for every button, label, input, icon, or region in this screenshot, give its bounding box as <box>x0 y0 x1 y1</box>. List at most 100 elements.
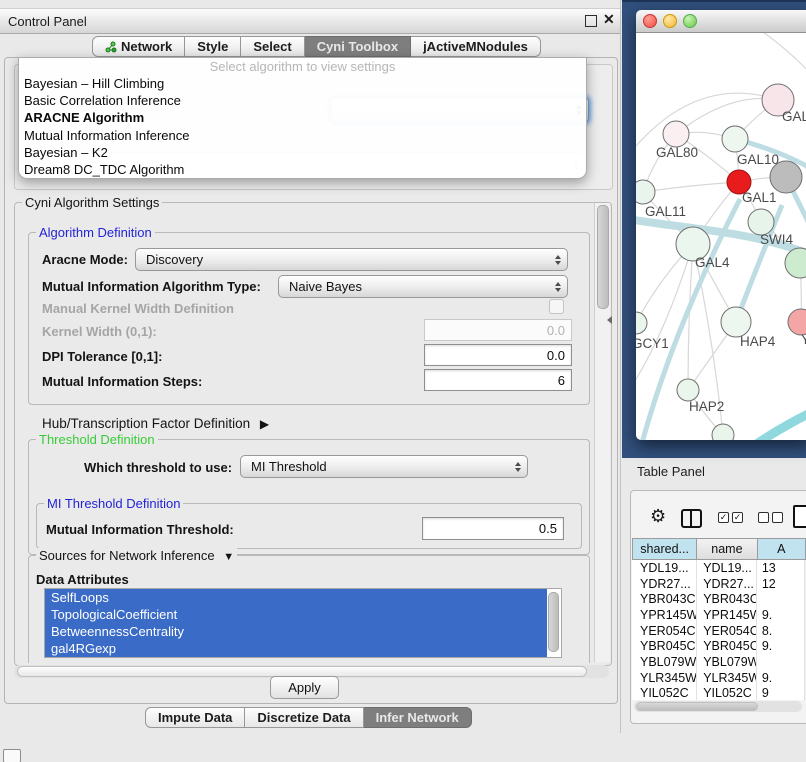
mi-threshold-group-title: MI Threshold Definition <box>44 496 183 511</box>
node-label: SWI4 <box>760 232 793 247</box>
settings-group-title: Cyni Algorithm Settings <box>22 195 162 210</box>
table-row[interactable]: YBR045C YBR045C 9. <box>632 638 805 654</box>
dropdown-item[interactable]: Dream8 DC_TDC Algorithm <box>19 161 586 178</box>
node-label: GAL10 <box>737 152 779 167</box>
node-gal11[interactable] <box>636 180 655 204</box>
table-horizontal-scrollbar[interactable] <box>634 701 802 712</box>
screen: Control Panel ✕ Network Style <box>0 0 806 762</box>
table-panel-title: Table Panel <box>637 464 705 479</box>
node-label: GAL80 <box>656 145 698 160</box>
gear-icon[interactable]: ⚙ <box>650 506 666 527</box>
sources-group-title[interactable]: Sources for Network Inference ▼ <box>36 548 237 563</box>
mi-steps-field[interactable]: 6 <box>424 369 572 391</box>
mi-type-label: Mutual Information Algorithm Type: <box>42 279 261 294</box>
tab-discretize-data[interactable]: Discretize Data <box>245 707 363 728</box>
dropdown-item[interactable]: Bayesian – Hill Climbing <box>19 75 586 92</box>
chevron-down-icon: ▼ <box>223 551 234 563</box>
float-window-icon[interactable] <box>585 15 597 27</box>
minimize-traffic-light-icon[interactable] <box>663 14 677 28</box>
splitter-collapse-icon[interactable] <box>607 316 612 324</box>
table-header: shared... name A <box>632 538 806 560</box>
data-attributes-label: Data Attributes <box>36 572 129 587</box>
deselect-all-columns-icon[interactable] <box>758 512 783 523</box>
dropdown-item[interactable]: Basic Correlation Inference <box>19 92 586 109</box>
aracne-mode-label: Aracne Mode: <box>42 252 128 267</box>
table-row[interactable]: YDL19... YDL19... 13 <box>632 560 805 576</box>
aracne-mode-combobox[interactable]: Discovery <box>135 248 568 271</box>
scrollbar-thumb[interactable] <box>636 702 758 711</box>
data-attributes-list[interactable]: SelfLoops TopologicalCoefficient Between… <box>44 588 562 658</box>
manual-kernel-label: Manual Kernel Width Definition <box>42 301 234 316</box>
cyni-bottom-tabbar: Impute Data Discretize Data Infer Networ… <box>145 707 472 728</box>
dpi-tolerance-label: DPI Tolerance [0,1]: <box>42 349 162 364</box>
node-green-right[interactable] <box>785 248 806 278</box>
kernel-width-field[interactable]: 0.0 <box>424 319 572 341</box>
mi-threshold-label: Mutual Information Threshold: <box>46 522 234 537</box>
mi-threshold-field[interactable]: 0.5 <box>422 517 564 540</box>
table-row[interactable]: YIL052C YIL052C 9 <box>632 686 805 701</box>
column-header[interactable]: name <box>697 538 757 560</box>
hub-section-toggle[interactable]: Hub/Transcription Factor Definition ▶ <box>42 416 269 431</box>
list-scrollbar-thumb[interactable] <box>548 592 559 652</box>
mi-type-combobox[interactable]: Naive Bayes <box>278 275 568 298</box>
tab-infer-network[interactable]: Infer Network <box>364 707 472 728</box>
table-row[interactable]: YLR345W YLR345W 9. <box>632 670 805 686</box>
node-gal10[interactable] <box>722 126 748 152</box>
node-label: GAL <box>782 109 806 124</box>
dropdown-item[interactable]: Mutual Information Inference <box>19 127 586 144</box>
algorithm-definition-title: Algorithm Definition <box>36 225 155 240</box>
tab-select[interactable]: Select <box>241 36 304 57</box>
dropdown-item-selected[interactable]: ARACNE Algorithm <box>19 109 586 126</box>
threshold-definition-title: Threshold Definition <box>36 432 158 447</box>
close-traffic-light-icon[interactable] <box>643 14 657 28</box>
tab-jactivemnodules[interactable]: jActiveMNodules <box>411 36 541 57</box>
tab-style[interactable]: Style <box>185 36 241 57</box>
tab-cyni-toolbox[interactable]: Cyni Toolbox <box>305 36 411 57</box>
table-row[interactable]: YBL079W YBL079W <box>632 654 805 670</box>
which-threshold-label: Which threshold to use: <box>84 460 232 475</box>
node-gal80[interactable] <box>663 121 689 147</box>
stepper-icon <box>515 456 521 477</box>
apply-button[interactable]: Apply <box>270 676 339 699</box>
network-icon <box>105 41 117 53</box>
window-title: Control Panel <box>8 14 87 29</box>
mi-steps-label: Mutual Information Steps: <box>42 374 202 389</box>
node-gcy1[interactable] <box>636 312 647 334</box>
dropdown-item[interactable]: Bayesian – K2 <box>19 144 586 161</box>
network-view-window: GAL80 GAL10 GAL1 GAL11 GAL4 SWI4 GCY1 HA… <box>636 10 806 440</box>
scrollbar-thumb[interactable] <box>597 205 609 309</box>
network-edge-bright <box>752 407 806 440</box>
settings-vertical-scrollbar[interactable] <box>594 203 610 662</box>
zoom-traffic-light-icon[interactable] <box>683 14 697 28</box>
control-panel-tabbar: Network Style Select Cyni Toolbox jActiv… <box>92 36 541 57</box>
table-row[interactable]: YDR27... YDR27... 12 <box>632 576 805 592</box>
minimized-panel-icon[interactable] <box>3 749 21 762</box>
node-hap4[interactable] <box>721 307 751 337</box>
column-header[interactable]: A <box>758 538 806 560</box>
tab-network[interactable]: Network <box>92 36 185 57</box>
table-row[interactable]: YER054C YER054C 8. <box>632 623 805 639</box>
network-canvas[interactable]: GAL80 GAL10 GAL1 GAL11 GAL4 SWI4 GCY1 HA… <box>636 33 806 440</box>
node-hap2[interactable] <box>677 379 699 401</box>
tab-impute-data[interactable]: Impute Data <box>145 707 245 728</box>
select-all-columns-icon[interactable]: ✓ ✓ <box>718 512 743 523</box>
list-item[interactable]: gal4RGexp <box>45 640 547 657</box>
export-table-icon[interactable] <box>793 505 806 528</box>
column-header[interactable]: shared... <box>632 538 697 560</box>
algorithm-dropdown-popup: Select algorithm to view settings Bayesi… <box>18 57 587 179</box>
list-item[interactable]: TopologicalCoefficient <box>45 606 547 623</box>
dpi-tolerance-field[interactable]: 0.0 <box>424 344 572 366</box>
close-icon[interactable]: ✕ <box>603 11 615 28</box>
table-row[interactable]: YBR043C YBR043C <box>632 591 805 607</box>
table-row[interactable]: YPR145W YPR145W 9. <box>632 607 805 623</box>
node-label: HAP4 <box>740 334 776 349</box>
table-body: YDL19... YDL19... 13 YDR27... YDR27... 1… <box>632 560 805 700</box>
node-label: Y <box>801 332 806 347</box>
list-item[interactable]: SelfLoops <box>45 589 547 606</box>
list-item[interactable]: BetweennessCentrality <box>45 623 547 640</box>
network-window-titlebar <box>636 10 806 33</box>
node-label: GCY1 <box>636 336 669 351</box>
manual-kernel-checkbox[interactable] <box>549 299 564 314</box>
columns-icon[interactable] <box>681 509 702 528</box>
which-threshold-combobox[interactable]: MI Threshold <box>240 455 528 478</box>
